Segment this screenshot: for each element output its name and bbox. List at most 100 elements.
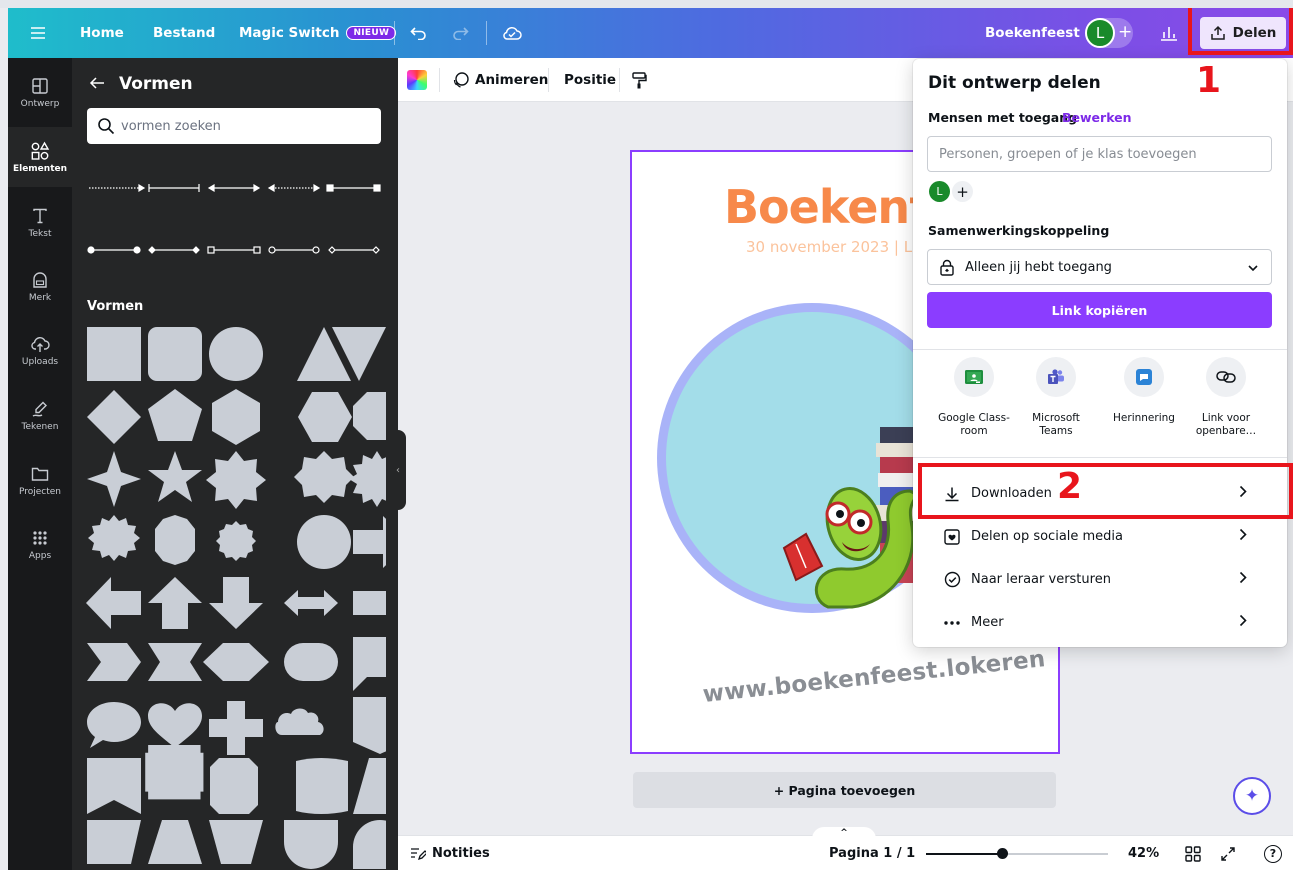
divider — [486, 21, 487, 45]
page-grid-icon[interactable] — [1185, 836, 1201, 870]
design-title[interactable]: Boekenf — [724, 180, 929, 234]
redo-icon[interactable] — [451, 8, 469, 58]
animate-icon — [453, 72, 469, 88]
line-styles[interactable] — [87, 180, 383, 260]
sidebar-item-label: Elementen — [12, 163, 68, 174]
share-app-reminder[interactable]: Herinnering — [1099, 357, 1189, 425]
collab-link-label: Samenwerkingskoppeling — [928, 223, 1110, 238]
share-app-google-classroom[interactable]: Google Class- room — [929, 357, 1019, 438]
people-placeholder: Personen, groepen of je klas toevoegen — [939, 146, 1197, 162]
sidebar: Ontwerp Elementen Tekst Merk Uploads Tek… — [8, 58, 72, 870]
sidebar-item-label: Apps — [28, 550, 52, 561]
add-person-icon[interactable]: + — [952, 181, 973, 202]
back-arrow-icon[interactable] — [89, 75, 105, 95]
notes-label: Notities — [432, 846, 490, 861]
help-icon[interactable]: ? — [1264, 836, 1282, 870]
top-bar: Home Bestand Magic Switch NIEUW Boekenfe… — [8, 8, 1293, 58]
design-date[interactable]: 30 november 2023 | L — [746, 238, 912, 256]
chevron-right-icon — [1239, 614, 1247, 631]
text-icon — [30, 206, 50, 226]
people-access-label: Mensen met toegang — [928, 110, 1078, 125]
share-app-microsoft-teams[interactable]: Microsoft Teams — [1011, 357, 1101, 438]
divider — [439, 68, 440, 92]
sidebar-item-tekst[interactable]: Tekst — [8, 192, 72, 252]
position-button[interactable]: Positie — [564, 58, 616, 102]
shapes-icon — [30, 141, 50, 161]
sidebar-item-label: Ontwerp — [20, 98, 60, 109]
collapse-panel-handle[interactable]: ‹ — [390, 430, 406, 510]
elements-panel: Vormen vormen zoeken Vormen — [72, 58, 398, 870]
panel-title: Vormen — [119, 74, 193, 94]
search-input[interactable]: vormen zoeken — [87, 108, 381, 144]
chevron-right-icon — [1239, 528, 1247, 545]
annotation-box-share — [1188, 8, 1293, 55]
animate-button[interactable]: Animeren — [452, 58, 548, 102]
public-link-icon — [1206, 357, 1246, 397]
cloud-upload-icon — [30, 334, 50, 354]
copy-link-button[interactable]: Link kopiëren — [927, 292, 1272, 328]
color-picker-icon[interactable] — [407, 58, 427, 102]
animate-label: Animeren — [475, 72, 549, 88]
divider — [913, 349, 1287, 350]
notes-icon — [411, 847, 426, 860]
sidebar-item-label: Merk — [28, 292, 52, 303]
divider — [394, 21, 395, 45]
zoom-level[interactable]: 42% — [1128, 836, 1159, 870]
paint-roller-icon[interactable] — [631, 58, 647, 102]
share-app-public-link[interactable]: Link voor openbare… — [1181, 357, 1271, 438]
search-placeholder: vormen zoeken — [121, 118, 221, 134]
home-link[interactable]: Home — [80, 8, 124, 58]
share-app-label: Herinnering — [1113, 412, 1175, 424]
shapes-grid[interactable] — [86, 325, 386, 870]
access-select[interactable]: Alleen jij hebt toegang — [927, 249, 1272, 285]
zoom-slider-handle[interactable] — [997, 847, 1008, 859]
people-input[interactable]: Personen, groepen of je klas toevoegen — [927, 136, 1272, 172]
fullscreen-icon[interactable] — [1220, 836, 1236, 870]
chevron-down-icon — [1248, 265, 1258, 272]
cloud-saved-icon[interactable] — [502, 8, 522, 58]
sidebar-item-elementen[interactable]: Elementen — [8, 127, 72, 187]
draw-icon — [30, 399, 50, 419]
apps-grid-icon — [30, 528, 50, 548]
send-to-teacher-row[interactable]: Naar leraar versturen — [913, 558, 1287, 601]
add-page-button[interactable]: + Pagina toevoegen — [633, 772, 1056, 808]
zoom-slider[interactable] — [926, 836, 1108, 870]
sidebar-item-ontwerp[interactable]: Ontwerp — [8, 62, 72, 122]
sidebar-item-apps[interactable]: Apps — [8, 514, 72, 574]
collaborators[interactable]: L + — [1085, 8, 1133, 58]
share-app-label: Link voor openbare… — [1195, 412, 1257, 437]
magic-assistant-icon[interactable]: ✦ — [1233, 777, 1271, 815]
bookworm-illustration[interactable] — [632, 292, 932, 632]
divider — [913, 457, 1287, 458]
hamburger-icon[interactable] — [30, 8, 46, 58]
share-app-label: Microsoft Teams — [1032, 412, 1080, 437]
sidebar-item-uploads[interactable]: Uploads — [8, 320, 72, 380]
canva-editor: Home Bestand Magic Switch NIEUW Boekenfe… — [0, 8, 1293, 870]
magic-switch-menu[interactable]: Magic Switch NIEUW — [239, 8, 397, 58]
avatar[interactable]: L — [929, 181, 950, 202]
social-share-label: Delen op sociale media — [971, 529, 1124, 544]
divider — [619, 68, 620, 92]
sidebar-item-projecten[interactable]: Projecten — [8, 450, 72, 510]
undo-icon[interactable] — [410, 8, 428, 58]
sidebar-item-tekenen[interactable]: Tekenen — [8, 385, 72, 445]
sidebar-item-merk[interactable]: Merk — [8, 256, 72, 316]
insights-icon[interactable] — [1159, 8, 1179, 58]
sidebar-item-label: Projecten — [18, 486, 62, 497]
social-share-row[interactable]: Delen op sociale media — [913, 515, 1287, 558]
add-collaborator-icon[interactable]: + — [1118, 22, 1132, 42]
reminder-icon — [1124, 357, 1164, 397]
brand-icon — [30, 270, 50, 290]
share-app-label: Google Class- room — [938, 412, 1010, 437]
notes-button[interactable]: Notities — [410, 836, 490, 870]
microsoft-teams-icon — [1036, 357, 1076, 397]
document-name[interactable]: Boekenfeest — [985, 8, 1080, 58]
more-row[interactable]: Meer — [913, 601, 1287, 644]
google-classroom-icon — [954, 357, 994, 397]
page-indicator[interactable]: Pagina 1 / 1 — [829, 836, 915, 870]
design-url[interactable]: www.boekenfeest.lokeren — [702, 646, 1047, 708]
avatar: L — [1085, 18, 1115, 48]
file-menu[interactable]: Bestand — [153, 8, 215, 58]
edit-access-link[interactable]: Bewerken — [1062, 110, 1132, 125]
heart-icon — [942, 527, 962, 547]
